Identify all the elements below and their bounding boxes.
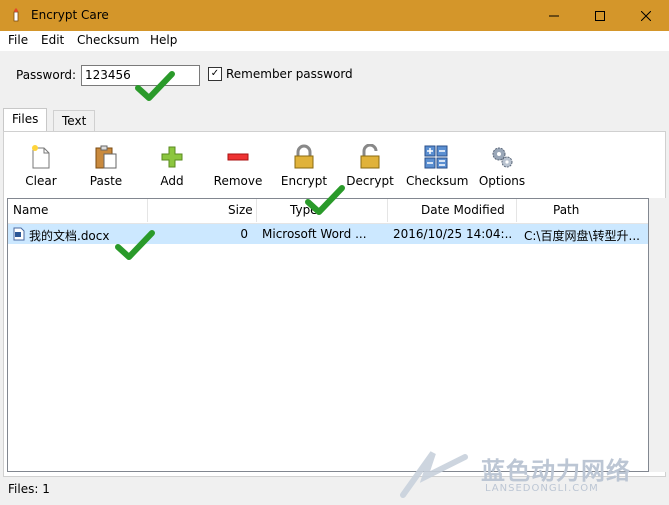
gears-icon bbox=[492, 147, 513, 168]
clear-icon bbox=[32, 145, 50, 169]
annotation-check-icon bbox=[115, 230, 155, 260]
annotation-check-icon bbox=[305, 185, 345, 215]
column-divider[interactable] bbox=[147, 199, 148, 222]
add-icon bbox=[161, 146, 183, 168]
title-bar: Encrypt Care bbox=[0, 0, 669, 31]
close-button[interactable] bbox=[623, 0, 669, 31]
paste-button[interactable]: Paste bbox=[76, 143, 136, 188]
unlock-icon bbox=[360, 144, 380, 169]
tab-files[interactable]: Files bbox=[3, 108, 48, 132]
maximize-button[interactable] bbox=[577, 0, 623, 31]
clear-label: Clear bbox=[25, 174, 57, 188]
annotation-check-icon bbox=[135, 71, 175, 101]
watermark-logo: 蓝色动力网络 LANSEDONGLI.COM bbox=[395, 445, 665, 501]
options-button[interactable]: Options bbox=[472, 143, 532, 188]
tab-text[interactable]: Text bbox=[53, 110, 96, 132]
add-label: Add bbox=[160, 174, 184, 188]
remove-button[interactable]: Remove bbox=[208, 143, 268, 188]
minimize-button[interactable] bbox=[531, 0, 577, 31]
menu-edit[interactable]: Edit bbox=[41, 33, 64, 47]
watermark-text: 蓝色动力网络 bbox=[481, 457, 631, 485]
checksum-label: Checksum bbox=[406, 174, 469, 188]
vertical-scrollbar[interactable] bbox=[649, 198, 666, 472]
column-divider[interactable] bbox=[516, 199, 517, 222]
column-name[interactable]: Name bbox=[13, 203, 48, 217]
minimize-icon bbox=[549, 15, 559, 16]
remember-password-checkbox[interactable]: ✓ Remember password bbox=[208, 67, 353, 81]
lock-icon bbox=[294, 144, 314, 169]
column-path[interactable]: Path bbox=[553, 203, 579, 217]
close-icon bbox=[641, 10, 651, 21]
table-row[interactable]: 我的文档.docx 0 Microsoft Word ... 2016/10/2… bbox=[8, 224, 648, 244]
maximize-icon bbox=[595, 10, 605, 21]
column-date-modified[interactable]: Date Modified bbox=[421, 203, 505, 217]
column-divider[interactable] bbox=[256, 199, 257, 222]
window-title: Encrypt Care bbox=[31, 8, 109, 22]
password-label: Password: bbox=[16, 68, 77, 82]
file-size: 0 bbox=[240, 227, 248, 241]
menu-file[interactable]: File bbox=[8, 33, 28, 47]
encrypt-button[interactable]: Encrypt bbox=[274, 143, 334, 188]
remove-label: Remove bbox=[213, 174, 263, 188]
calculator-icon bbox=[424, 145, 448, 169]
watermark-subtext: LANSEDONGLI.COM bbox=[485, 483, 599, 494]
app-icon bbox=[13, 8, 19, 22]
file-type: Microsoft Word ... bbox=[262, 227, 367, 241]
column-size[interactable]: Size bbox=[228, 203, 253, 217]
add-button[interactable]: Add bbox=[142, 143, 202, 188]
options-label: Options bbox=[478, 174, 526, 188]
remember-password-label: Remember password bbox=[226, 67, 353, 81]
file-list[interactable]: Name Size Type Date Modified Path 我的文档.d… bbox=[7, 198, 649, 472]
paste-icon bbox=[95, 145, 117, 169]
clear-button[interactable]: Clear bbox=[11, 143, 71, 188]
decrypt-button[interactable]: Decrypt bbox=[340, 143, 400, 188]
column-divider[interactable] bbox=[387, 199, 388, 222]
menu-bar: File Edit Checksum Help bbox=[0, 31, 669, 51]
decrypt-label: Decrypt bbox=[346, 174, 394, 188]
paste-label: Paste bbox=[89, 174, 123, 188]
menu-help[interactable]: Help bbox=[150, 33, 177, 47]
word-document-icon bbox=[13, 227, 25, 241]
status-text: Files: 1 bbox=[8, 482, 50, 496]
file-path: C:\百度网盘\转型升... bbox=[524, 229, 640, 243]
menu-checksum[interactable]: Checksum bbox=[77, 33, 139, 47]
file-date-modified: 2016/10/25 14:04:... bbox=[393, 227, 513, 241]
watermark-swoosh-icon bbox=[400, 451, 468, 498]
checkbox-checked-icon[interactable]: ✓ bbox=[208, 67, 222, 81]
remove-icon bbox=[227, 153, 249, 161]
checksum-button[interactable]: Checksum bbox=[406, 143, 469, 188]
